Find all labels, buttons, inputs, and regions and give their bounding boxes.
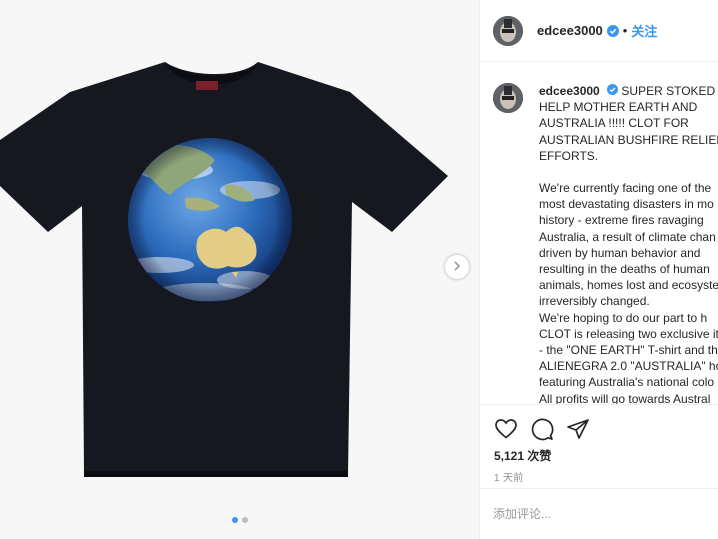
caption-line: animals, homes lost and ecosyste	[539, 278, 718, 293]
chevron-right-icon	[452, 258, 462, 276]
caption-area: edcee3000 SUPER STOKED TO HELP MOTHER EA…	[480, 63, 718, 404]
caption-line: most devastating disasters in mo	[539, 197, 714, 212]
caption-line: history - extreme fires ravaging	[539, 213, 704, 228]
carousel-dot-1	[231, 517, 238, 523]
post-timestamp[interactable]: 1 天前	[494, 469, 524, 484]
separator-dot: •	[622, 23, 628, 38]
post-sidebar: edcee3000 • 关注 edcee3000 SUPER STOKED HE…	[479, 0, 718, 539]
caption-line: EFFORTS.	[539, 148, 599, 163]
caption-line: HELP MOTHER EARTH AND	[539, 100, 698, 115]
verified-badge-icon	[607, 84, 619, 95]
post-header: edcee3000 • 关注	[480, 0, 718, 62]
caption-username[interactable]: edcee3000	[539, 84, 600, 98]
caption-line: We're currently facing one of the	[539, 181, 712, 196]
caption-line: irreversibly changed.	[539, 294, 650, 309]
caption-line: AUSTRALIAN BUSHFIRE RELIEF	[539, 132, 718, 147]
follow-button[interactable]: 关注	[631, 21, 657, 40]
tshirt-image	[0, 62, 448, 477]
author-username[interactable]: edcee3000	[537, 23, 603, 38]
neck-label	[196, 81, 218, 90]
caption-line: ALIENEGRA 2.0 "AUSTRALIA" hoo	[539, 359, 718, 374]
caption-line: Australia, a result of climate chan	[539, 229, 716, 244]
comment-input[interactable]	[493, 503, 693, 525]
caption-line: resulting in the deaths of human	[539, 262, 710, 277]
caption-line: - the "ONE EARTH" T-shirt and th	[539, 343, 718, 358]
caption-line: driven by human behavior and	[539, 245, 701, 260]
caption-line: AUSTRALIA !!!!! CLOT FOR	[539, 116, 689, 131]
add-comment-section	[480, 488, 718, 539]
caption-line: featuring Australia's national colo	[539, 375, 715, 390]
share-icon[interactable]	[566, 417, 590, 441]
caption-line: CLOT is releasing two exclusive it	[539, 326, 718, 341]
post-actions: 5,121 次赞 1 天前	[480, 404, 718, 488]
caption-line: SUPER STOKED TO	[621, 84, 718, 98]
comment-icon[interactable]	[530, 417, 554, 441]
caption-text: edcee3000 SUPER STOKED TO HELP MOTHER EA…	[539, 83, 718, 404]
heart-icon[interactable]	[494, 417, 518, 441]
caption-line: All profits will go towards Austral	[539, 391, 711, 404]
verified-badge-icon	[606, 24, 619, 37]
caption-comment: edcee3000 SUPER STOKED TO HELP MOTHER EA…	[493, 83, 718, 404]
post-image[interactable]	[0, 0, 479, 539]
like-count[interactable]: 5,121 次赞	[494, 447, 551, 464]
carousel-dot-2	[241, 517, 248, 523]
avatar[interactable]	[493, 83, 523, 113]
avatar[interactable]	[493, 15, 523, 46]
next-image-button[interactable]	[445, 255, 469, 279]
caption-line: We're hoping to do our part to h	[539, 310, 708, 325]
carousel-indicator	[0, 517, 479, 523]
